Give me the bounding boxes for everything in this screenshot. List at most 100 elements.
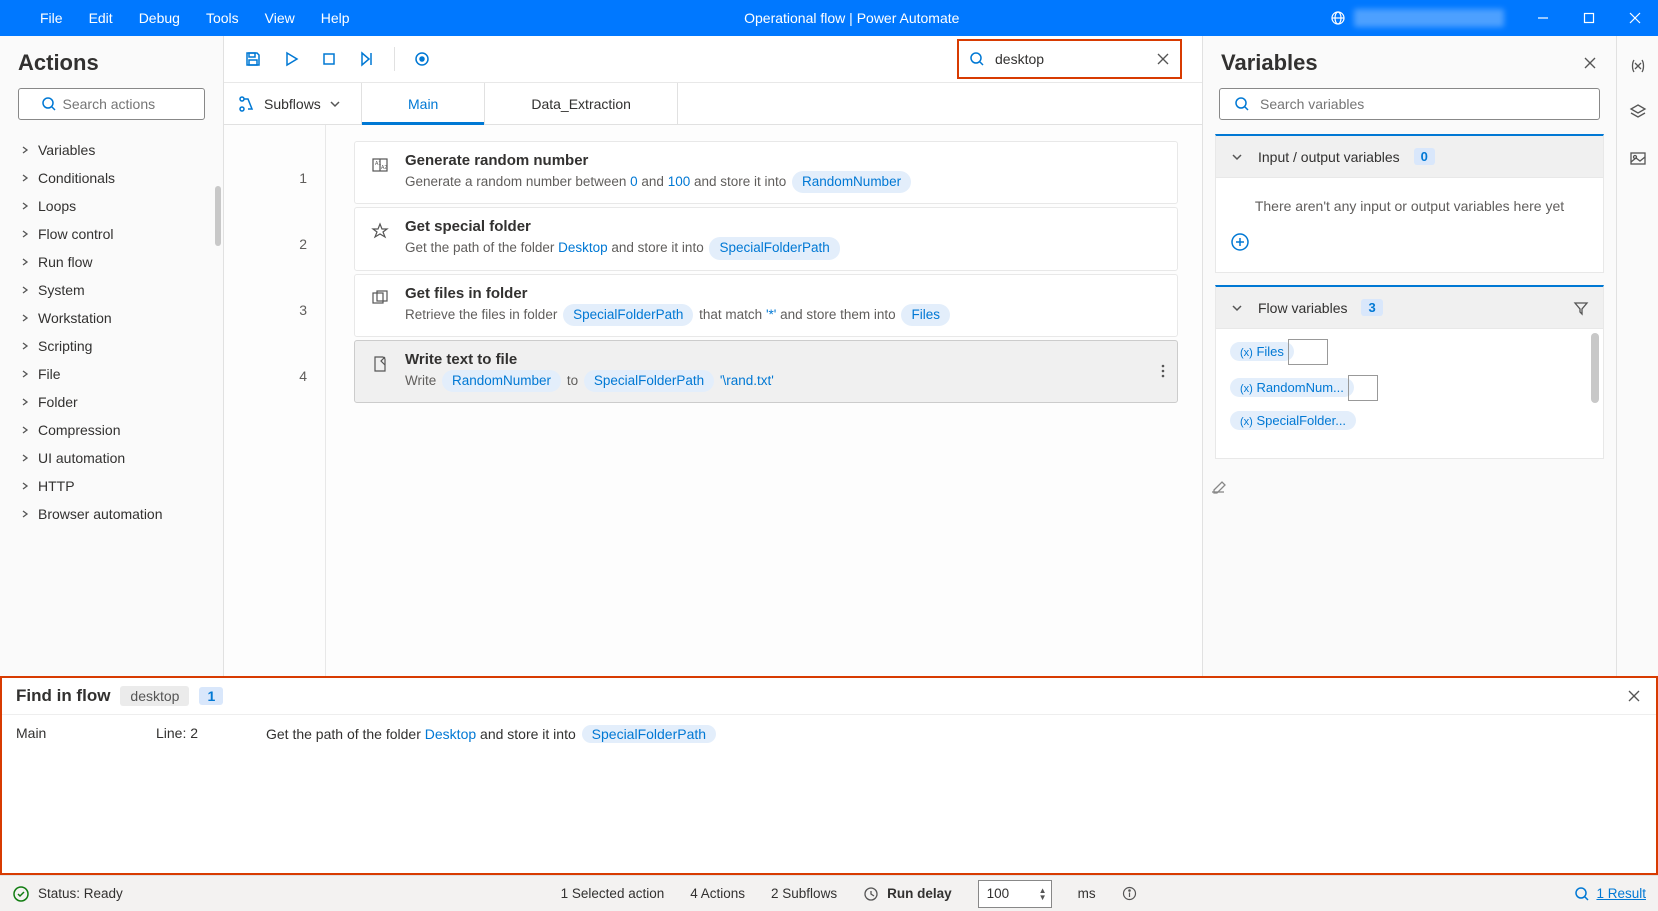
io-variables-label: Input / output variables	[1258, 149, 1400, 165]
minimize-button[interactable]	[1520, 0, 1566, 36]
action-category[interactable]: File	[0, 360, 223, 388]
io-variables-section: Input / output variables 0 There aren't …	[1215, 134, 1604, 273]
chevron-right-icon	[20, 173, 30, 183]
line-number: 1	[224, 145, 325, 211]
window-title: Operational flow | Power Automate	[390, 10, 1314, 26]
search-flow-box[interactable]: desktop	[957, 39, 1182, 79]
action-category[interactable]: Compression	[0, 416, 223, 444]
chevron-right-icon	[20, 425, 30, 435]
main-area: Actions Variables ConditionalsLoopsFlow c…	[0, 36, 1658, 676]
action-category[interactable]: Run flow	[0, 248, 223, 276]
clear-search-icon[interactable]	[1156, 52, 1170, 66]
environment-name-redacted	[1354, 9, 1504, 27]
subflows-label: Subflows	[264, 96, 321, 112]
flow-variable-row[interactable]: (x) RandomNum...	[1230, 375, 1589, 401]
variables-panel: Variables Input / output variables 0 The…	[1202, 36, 1616, 676]
action-category[interactable]: System	[0, 276, 223, 304]
stop-button[interactable]	[312, 42, 346, 76]
plus-circle-icon	[1230, 232, 1250, 252]
scrollbar-thumb[interactable]	[215, 186, 221, 246]
chevron-right-icon	[20, 257, 30, 267]
find-result-count: 1	[199, 687, 223, 705]
search-variables-box[interactable]	[1219, 88, 1600, 120]
search-flow-value[interactable]: desktop	[995, 51, 1146, 67]
images-icon[interactable]	[1624, 144, 1652, 172]
line-number: 4	[224, 343, 325, 409]
variable-value-box	[1348, 375, 1378, 401]
tab-data-extraction[interactable]: Data_Extraction	[485, 83, 678, 124]
find-result-line: Line: 2	[156, 725, 266, 743]
actions-category-list[interactable]: Variables ConditionalsLoopsFlow control Ru…	[0, 130, 223, 676]
action-category[interactable]: Scripting	[0, 332, 223, 360]
flow-step[interactable]: Get special folderGet the path of the fo…	[354, 207, 1178, 270]
flow-step[interactable]: Get files in folderRetrieve the files in…	[354, 274, 1178, 337]
action-category-label: Run flow	[38, 254, 92, 270]
menu-debug[interactable]: Debug	[139, 10, 180, 26]
step-title: Generate random number	[405, 152, 1137, 169]
flow-variables-header[interactable]: Flow variables 3	[1215, 285, 1604, 329]
action-category-label: Variables	[38, 142, 95, 158]
add-variable-button[interactable]	[1230, 232, 1589, 252]
menu-view[interactable]: View	[265, 10, 295, 26]
flow-step[interactable]: A1A2Generate random numberGenerate a ran…	[354, 141, 1178, 204]
spinner-icon[interactable]: ▲▼	[1039, 887, 1047, 901]
step-description: Generate a random number between 0 and 1…	[405, 171, 1137, 193]
action-category[interactable]: Conditionals	[0, 164, 223, 192]
io-variables-header[interactable]: Input / output variables 0	[1215, 134, 1604, 178]
chevron-right-icon	[20, 145, 30, 155]
menu-tools[interactable]: Tools	[206, 10, 239, 26]
subflows-dropdown[interactable]: Subflows	[224, 83, 362, 124]
action-category[interactable]: Variables	[0, 136, 223, 164]
separator	[394, 47, 395, 71]
chevron-right-icon	[20, 397, 30, 407]
save-button[interactable]	[236, 42, 270, 76]
run-delay-input[interactable]: 100 ▲▼	[978, 880, 1052, 908]
action-category[interactable]: Folder	[0, 388, 223, 416]
chevron-down-icon	[1230, 301, 1244, 315]
tab-main[interactable]: Main	[362, 83, 485, 124]
flow-variable-row[interactable]: (x) SpecialFolder...	[1230, 411, 1589, 430]
step-title: Get special folder	[405, 218, 1137, 235]
run-button[interactable]	[274, 42, 308, 76]
flow-variable-row[interactable]: (x) Files	[1230, 339, 1589, 365]
variable-chip: (x) RandomNum...	[1230, 378, 1354, 397]
eraser-icon[interactable]	[1203, 471, 1616, 501]
result-link[interactable]: 1 Result	[1574, 886, 1646, 902]
search-variables-input[interactable]	[1260, 96, 1585, 112]
actions-title: Actions	[0, 36, 223, 88]
action-category[interactable]: Flow control	[0, 220, 223, 248]
line-numbers: 1 2 3 4	[224, 125, 326, 676]
search-actions-input[interactable]	[63, 96, 183, 112]
action-category[interactable]: Workstation	[0, 304, 223, 332]
action-category[interactable]: Browser automation	[0, 500, 223, 528]
io-variables-count: 0	[1414, 148, 1435, 165]
io-variables-empty-text: There aren't any input or output variabl…	[1230, 198, 1589, 214]
action-category[interactable]: UI automation	[0, 444, 223, 472]
menu-help[interactable]: Help	[321, 10, 350, 26]
step-icon	[369, 353, 391, 375]
scrollbar-thumb[interactable]	[1591, 333, 1599, 403]
action-category-label: Folder	[38, 394, 78, 410]
close-panel-icon[interactable]	[1582, 55, 1598, 71]
maximize-button[interactable]	[1566, 0, 1612, 36]
more-icon[interactable]	[1161, 363, 1165, 379]
step-button[interactable]	[350, 42, 384, 76]
menu-edit[interactable]: Edit	[89, 10, 113, 26]
variables-icon[interactable]	[1624, 52, 1652, 80]
action-category[interactable]: HTTP	[0, 472, 223, 500]
search-actions-box[interactable]	[18, 88, 205, 120]
menu-file[interactable]: File	[40, 10, 63, 26]
flow-step[interactable]: Write text to fileWrite RandomNumber to …	[354, 340, 1178, 403]
tabs-row: Subflows Main Data_Extraction	[224, 83, 1202, 125]
action-category[interactable]: Loops	[0, 192, 223, 220]
find-result-row[interactable]: Main Line: 2 Get the path of the folder …	[2, 714, 1656, 753]
layers-icon[interactable]	[1624, 98, 1652, 126]
record-button[interactable]	[405, 42, 439, 76]
info-icon[interactable]	[1122, 886, 1137, 901]
environment-badge[interactable]	[1314, 9, 1520, 27]
close-button[interactable]	[1612, 0, 1658, 36]
find-search-term: desktop	[120, 686, 189, 706]
run-delay-value: 100	[987, 886, 1039, 901]
close-icon[interactable]	[1626, 688, 1642, 704]
filter-icon[interactable]	[1573, 300, 1589, 316]
